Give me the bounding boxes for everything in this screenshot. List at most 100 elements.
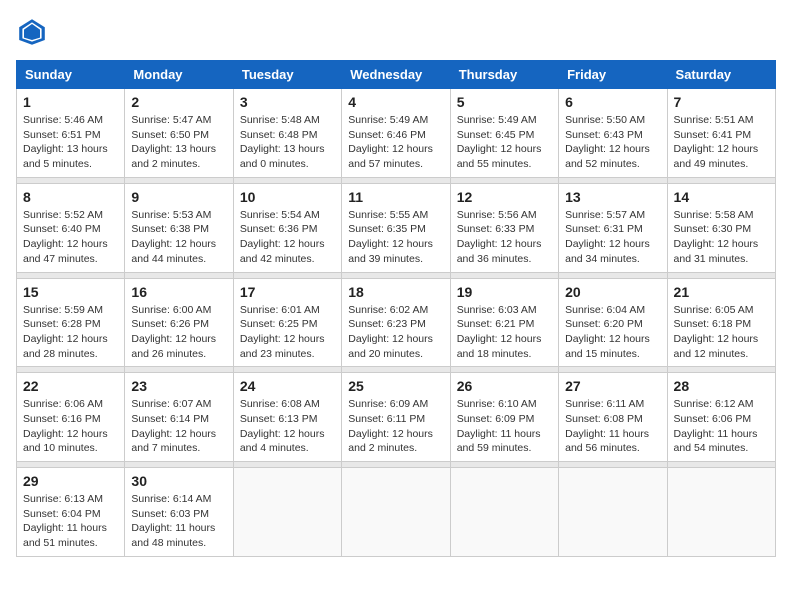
calendar-day-cell xyxy=(342,468,450,557)
day-number: 21 xyxy=(674,284,769,300)
day-info: Sunrise: 6:07 AMSunset: 6:14 PMDaylight:… xyxy=(131,397,226,456)
day-number: 26 xyxy=(457,378,552,394)
day-number: 23 xyxy=(131,378,226,394)
day-number: 15 xyxy=(23,284,118,300)
day-number: 29 xyxy=(23,473,118,489)
day-info: Sunrise: 5:48 AMSunset: 6:48 PMDaylight:… xyxy=(240,113,335,172)
day-info: Sunrise: 5:49 AMSunset: 6:45 PMDaylight:… xyxy=(457,113,552,172)
day-info: Sunrise: 5:50 AMSunset: 6:43 PMDaylight:… xyxy=(565,113,660,172)
day-of-week-header: Friday xyxy=(559,61,667,89)
day-number: 20 xyxy=(565,284,660,300)
calendar-week-row: 22 Sunrise: 6:06 AMSunset: 6:16 PMDayligh… xyxy=(17,373,776,462)
calendar-day-cell: 29 Sunrise: 6:13 AMSunset: 6:04 PMDayligh… xyxy=(17,468,125,557)
calendar-day-cell: 10 Sunrise: 5:54 AMSunset: 6:36 PMDayligh… xyxy=(233,183,341,272)
calendar-day-cell: 13 Sunrise: 5:57 AMSunset: 6:31 PMDayligh… xyxy=(559,183,667,272)
day-number: 11 xyxy=(348,189,443,205)
day-info: Sunrise: 6:14 AMSunset: 6:03 PMDaylight:… xyxy=(131,492,226,551)
day-number: 24 xyxy=(240,378,335,394)
day-number: 30 xyxy=(131,473,226,489)
calendar-day-cell: 15 Sunrise: 5:59 AMSunset: 6:28 PMDayligh… xyxy=(17,278,125,367)
day-info: Sunrise: 5:54 AMSunset: 6:36 PMDaylight:… xyxy=(240,208,335,267)
day-number: 9 xyxy=(131,189,226,205)
day-of-week-header: Sunday xyxy=(17,61,125,89)
calendar-day-cell: 22 Sunrise: 6:06 AMSunset: 6:16 PMDayligh… xyxy=(17,373,125,462)
day-number: 10 xyxy=(240,189,335,205)
day-number: 12 xyxy=(457,189,552,205)
calendar-day-cell: 3 Sunrise: 5:48 AMSunset: 6:48 PMDaylight… xyxy=(233,89,341,178)
day-number: 3 xyxy=(240,94,335,110)
calendar-day-cell: 17Sunrise: 6:01 AMSunset: 6:25 PMDayligh… xyxy=(233,278,341,367)
calendar-day-cell: 11 Sunrise: 5:55 AMSunset: 6:35 PMDayligh… xyxy=(342,183,450,272)
day-info: Sunrise: 5:56 AMSunset: 6:33 PMDaylight:… xyxy=(457,208,552,267)
logo xyxy=(16,16,52,48)
calendar-day-cell: 28 Sunrise: 6:12 AMSunset: 6:06 PMDayligh… xyxy=(667,373,775,462)
day-number: 5 xyxy=(457,94,552,110)
calendar-day-cell xyxy=(450,468,558,557)
calendar-day-cell: 16 Sunrise: 6:00 AMSunset: 6:26 PMDayligh… xyxy=(125,278,233,367)
calendar-day-cell: 6 Sunrise: 5:50 AMSunset: 6:43 PMDaylight… xyxy=(559,89,667,178)
day-number: 19 xyxy=(457,284,552,300)
calendar-day-cell: 21 Sunrise: 6:05 AMSunset: 6:18 PMDayligh… xyxy=(667,278,775,367)
day-number: 13 xyxy=(565,189,660,205)
day-number: 22 xyxy=(23,378,118,394)
day-info: Sunrise: 5:58 AMSunset: 6:30 PMDaylight:… xyxy=(674,208,769,267)
calendar-day-cell: 14Sunrise: 5:58 AMSunset: 6:30 PMDayligh… xyxy=(667,183,775,272)
day-of-week-header: Thursday xyxy=(450,61,558,89)
calendar-day-cell: 23 Sunrise: 6:07 AMSunset: 6:14 PMDayligh… xyxy=(125,373,233,462)
calendar-day-cell: 19 Sunrise: 6:03 AMSunset: 6:21 PMDayligh… xyxy=(450,278,558,367)
calendar-day-cell: 1 Sunrise: 5:46 AMSunset: 6:51 PMDaylight… xyxy=(17,89,125,178)
calendar-day-cell: 2Sunrise: 5:47 AMSunset: 6:50 PMDaylight… xyxy=(125,89,233,178)
calendar-day-cell: 30 Sunrise: 6:14 AMSunset: 6:03 PMDayligh… xyxy=(125,468,233,557)
calendar-day-cell: 25Sunrise: 6:09 AMSunset: 6:11 PMDayligh… xyxy=(342,373,450,462)
day-info: Sunrise: 6:09 AMSunset: 6:11 PMDaylight:… xyxy=(348,397,443,456)
day-info: Sunrise: 6:13 AMSunset: 6:04 PMDaylight:… xyxy=(23,492,118,551)
day-number: 4 xyxy=(348,94,443,110)
calendar-day-cell: 9 Sunrise: 5:53 AMSunset: 6:38 PMDaylight… xyxy=(125,183,233,272)
calendar-week-row: 15 Sunrise: 5:59 AMSunset: 6:28 PMDayligh… xyxy=(17,278,776,367)
day-info: Sunrise: 5:57 AMSunset: 6:31 PMDaylight:… xyxy=(565,208,660,267)
day-info: Sunrise: 6:03 AMSunset: 6:21 PMDaylight:… xyxy=(457,303,552,362)
day-info: Sunrise: 5:53 AMSunset: 6:38 PMDaylight:… xyxy=(131,208,226,267)
day-of-week-header: Wednesday xyxy=(342,61,450,89)
calendar-day-cell: 5 Sunrise: 5:49 AMSunset: 6:45 PMDaylight… xyxy=(450,89,558,178)
day-info: Sunrise: 6:11 AMSunset: 6:08 PMDaylight:… xyxy=(565,397,660,456)
calendar-week-row: 1 Sunrise: 5:46 AMSunset: 6:51 PMDaylight… xyxy=(17,89,776,178)
day-number: 1 xyxy=(23,94,118,110)
calendar-day-cell xyxy=(233,468,341,557)
day-info: Sunrise: 6:01 AMSunset: 6:25 PMDaylight:… xyxy=(240,303,335,362)
day-info: Sunrise: 6:08 AMSunset: 6:13 PMDaylight:… xyxy=(240,397,335,456)
calendar-day-cell: 20Sunrise: 6:04 AMSunset: 6:20 PMDayligh… xyxy=(559,278,667,367)
calendar-day-cell: 4 Sunrise: 5:49 AMSunset: 6:46 PMDaylight… xyxy=(342,89,450,178)
calendar-day-cell: 24 Sunrise: 6:08 AMSunset: 6:13 PMDayligh… xyxy=(233,373,341,462)
day-info: Sunrise: 5:59 AMSunset: 6:28 PMDaylight:… xyxy=(23,303,118,362)
day-info: Sunrise: 6:02 AMSunset: 6:23 PMDaylight:… xyxy=(348,303,443,362)
calendar-day-cell: 12 Sunrise: 5:56 AMSunset: 6:33 PMDayligh… xyxy=(450,183,558,272)
day-info: Sunrise: 5:49 AMSunset: 6:46 PMDaylight:… xyxy=(348,113,443,172)
day-number: 16 xyxy=(131,284,226,300)
day-of-week-header: Monday xyxy=(125,61,233,89)
day-info: Sunrise: 6:00 AMSunset: 6:26 PMDaylight:… xyxy=(131,303,226,362)
day-info: Sunrise: 5:47 AMSunset: 6:50 PMDaylight:… xyxy=(131,113,226,172)
day-info: Sunrise: 6:05 AMSunset: 6:18 PMDaylight:… xyxy=(674,303,769,362)
day-of-week-header: Saturday xyxy=(667,61,775,89)
day-info: Sunrise: 6:06 AMSunset: 6:16 PMDaylight:… xyxy=(23,397,118,456)
day-number: 7 xyxy=(674,94,769,110)
page-header xyxy=(16,16,776,48)
calendar-day-cell xyxy=(559,468,667,557)
calendar-day-cell: 18Sunrise: 6:02 AMSunset: 6:23 PMDayligh… xyxy=(342,278,450,367)
day-info: Sunrise: 5:46 AMSunset: 6:51 PMDaylight:… xyxy=(23,113,118,172)
day-info: Sunrise: 5:51 AMSunset: 6:41 PMDaylight:… xyxy=(674,113,769,172)
day-number: 27 xyxy=(565,378,660,394)
day-number: 6 xyxy=(565,94,660,110)
logo-icon xyxy=(16,16,48,48)
calendar-day-cell: 26Sunrise: 6:10 AMSunset: 6:09 PMDayligh… xyxy=(450,373,558,462)
day-info: Sunrise: 5:55 AMSunset: 6:35 PMDaylight:… xyxy=(348,208,443,267)
calendar-day-cell: 27 Sunrise: 6:11 AMSunset: 6:08 PMDayligh… xyxy=(559,373,667,462)
calendar-day-cell: 7 Sunrise: 5:51 AMSunset: 6:41 PMDaylight… xyxy=(667,89,775,178)
day-number: 28 xyxy=(674,378,769,394)
calendar-week-row: 29 Sunrise: 6:13 AMSunset: 6:04 PMDayligh… xyxy=(17,468,776,557)
day-number: 8 xyxy=(23,189,118,205)
day-info: Sunrise: 6:12 AMSunset: 6:06 PMDaylight:… xyxy=(674,397,769,456)
calendar-day-cell: 8Sunrise: 5:52 AMSunset: 6:40 PMDaylight… xyxy=(17,183,125,272)
calendar-day-cell xyxy=(667,468,775,557)
